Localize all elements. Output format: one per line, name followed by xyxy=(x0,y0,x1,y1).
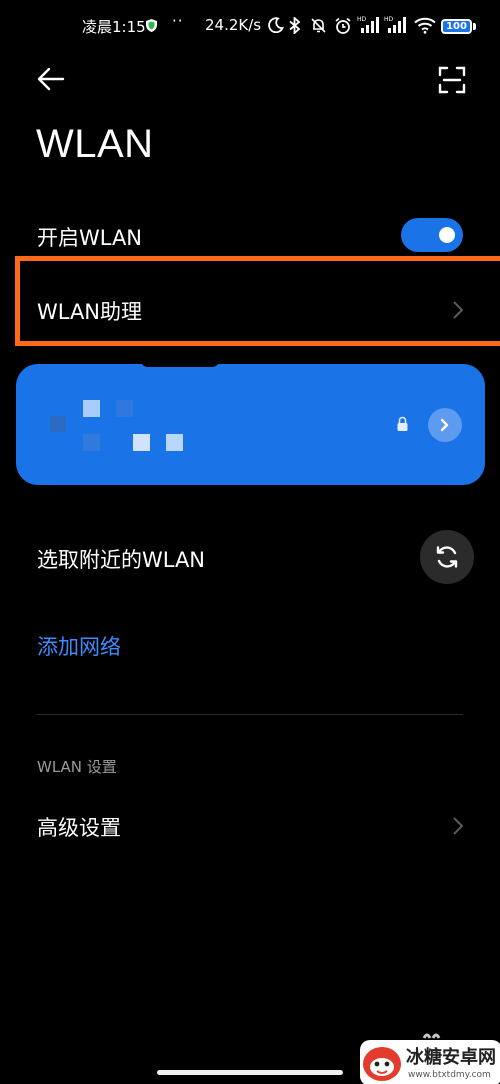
back-arrow-icon[interactable] xyxy=(36,66,66,92)
toggle-knob xyxy=(439,227,455,243)
network-speed: 24.2K/s xyxy=(205,16,262,34)
card-notch xyxy=(140,359,220,367)
alarm-icon xyxy=(335,17,351,34)
watermark-logo: 冰糖安卓网 www.btxtdmy.com xyxy=(360,1033,500,1084)
nearby-networks-label: 选取附近的WLAN xyxy=(37,548,206,572)
page-title: WLAN xyxy=(36,122,154,166)
refresh-icon xyxy=(436,546,458,568)
advanced-settings-row[interactable]: 高级设置 xyxy=(37,812,121,842)
battery-icon: 100 xyxy=(441,19,472,34)
wlan-assistant-label: WLAN助理 xyxy=(37,300,143,324)
refresh-button[interactable] xyxy=(420,530,474,584)
obscured-name-block xyxy=(83,400,100,417)
divider xyxy=(37,714,463,715)
status-bar: 凌晨1:15 ·· 24.2K/s HD HD 100 xyxy=(0,0,500,56)
scan-qr-icon[interactable] xyxy=(438,66,466,94)
svg-text:www.btxtdmy.com: www.btxtdmy.com xyxy=(408,1070,491,1080)
bell-muted-icon xyxy=(311,18,326,33)
obscured-name-block xyxy=(133,434,150,451)
chevron-right-icon xyxy=(453,301,464,319)
status-dots: ·· xyxy=(172,12,184,30)
wlan-toggle-label: 开启WLAN xyxy=(37,226,143,250)
add-network-link[interactable]: 添加网络 xyxy=(37,631,121,661)
chevron-right-icon xyxy=(440,418,449,432)
svg-text:冰糖安卓网: 冰糖安卓网 xyxy=(406,1046,496,1068)
network-details-button[interactable] xyxy=(428,408,462,442)
chevron-right-icon xyxy=(453,817,464,835)
battery-level: 100 xyxy=(446,21,467,32)
section-header: WLAN 设置 xyxy=(37,758,117,776)
wifi-icon xyxy=(414,17,436,34)
moon-icon xyxy=(268,17,284,33)
svg-text:HD: HD xyxy=(384,16,394,23)
bluetooth-icon xyxy=(289,17,301,34)
home-indicator[interactable] xyxy=(157,1070,343,1075)
lock-icon xyxy=(397,416,408,431)
status-time: 凌晨1:15 xyxy=(82,18,146,36)
svg-text:HD: HD xyxy=(357,16,367,23)
connected-network-card[interactable] xyxy=(16,364,485,485)
signal-icon: HD xyxy=(357,16,379,33)
obscured-name-block xyxy=(50,416,66,432)
shield-icon xyxy=(146,19,157,32)
obscured-name-block xyxy=(83,434,100,451)
signal-icon-2: HD xyxy=(384,16,406,33)
battery-tip xyxy=(473,23,476,30)
wlan-toggle-switch[interactable] xyxy=(401,218,463,252)
obscured-name-block xyxy=(166,434,183,451)
obscured-name-block xyxy=(116,400,133,417)
